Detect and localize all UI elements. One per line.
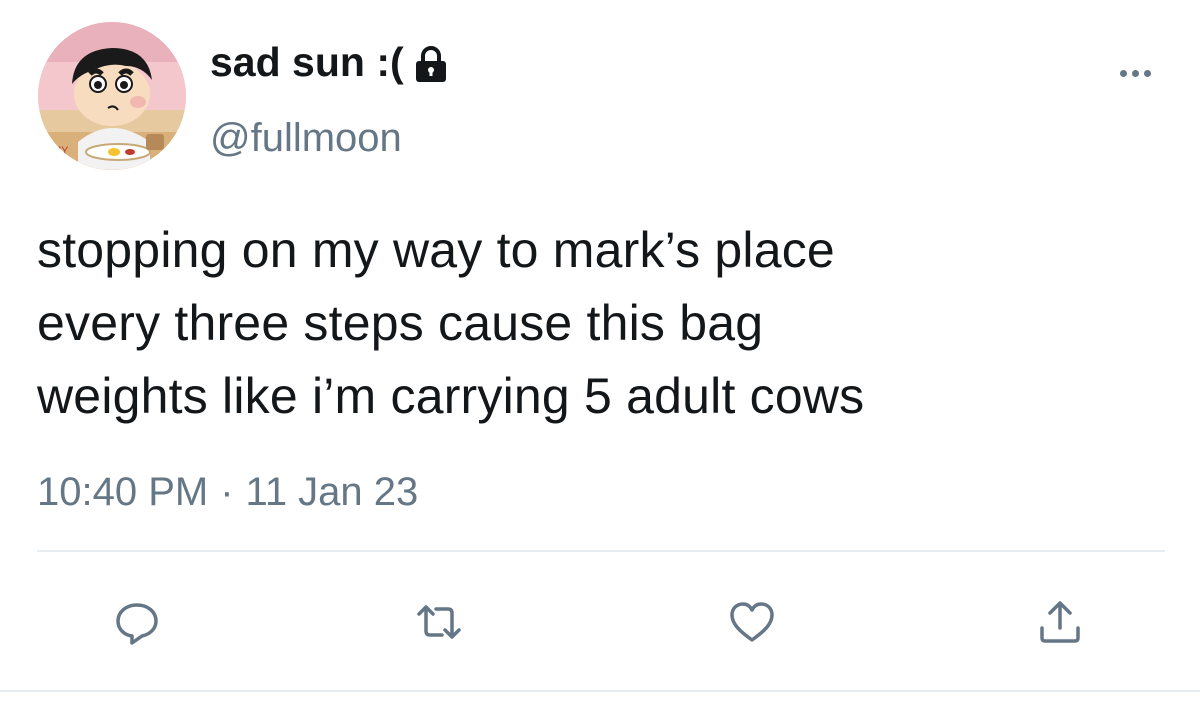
retweet-button[interactable]	[413, 596, 465, 648]
tweet-time: 10:40 PM	[37, 470, 209, 514]
more-dots-icon	[1119, 69, 1127, 77]
divider	[0, 690, 1200, 692]
tweet-card: MY sad sun :( @fullmoon stopping on my w…	[0, 0, 1200, 710]
timestamp[interactable]: 10:40 PM · 11 Jan 23	[37, 472, 418, 512]
tweet-text-line: stopping on my way to mark’s place	[37, 222, 835, 278]
display-name-row: sad sun :(	[210, 42, 448, 83]
tweet-text-line: every three steps cause this bag	[37, 295, 764, 351]
tweet-text: stopping on my way to mark’s place every…	[37, 214, 1167, 433]
avatar-text: MY	[52, 145, 69, 157]
more-dots-icon	[1143, 69, 1151, 77]
reply-icon	[116, 603, 158, 645]
display-name[interactable]: sad sun :(	[210, 42, 404, 83]
divider	[37, 550, 1165, 552]
retweet-icon	[417, 605, 461, 639]
lock-icon	[415, 45, 446, 82]
tweet-date: 11 Jan 23	[245, 470, 419, 514]
like-button[interactable]	[726, 596, 778, 648]
reply-button[interactable]	[111, 596, 163, 648]
share-icon	[1040, 601, 1080, 643]
more-dots-icon	[1131, 69, 1139, 77]
timestamp-separator: ·	[220, 470, 234, 514]
share-button[interactable]	[1034, 596, 1086, 648]
avatar[interactable]: MY	[38, 22, 186, 170]
cartoon-boy-avatar-icon: MY	[38, 22, 186, 170]
heart-icon	[730, 602, 774, 642]
more-options-button[interactable]	[1110, 62, 1160, 84]
user-handle[interactable]: @fullmoon	[210, 118, 402, 158]
tweet-text-line: weights like i’m carrying 5 adult cows	[37, 368, 865, 424]
